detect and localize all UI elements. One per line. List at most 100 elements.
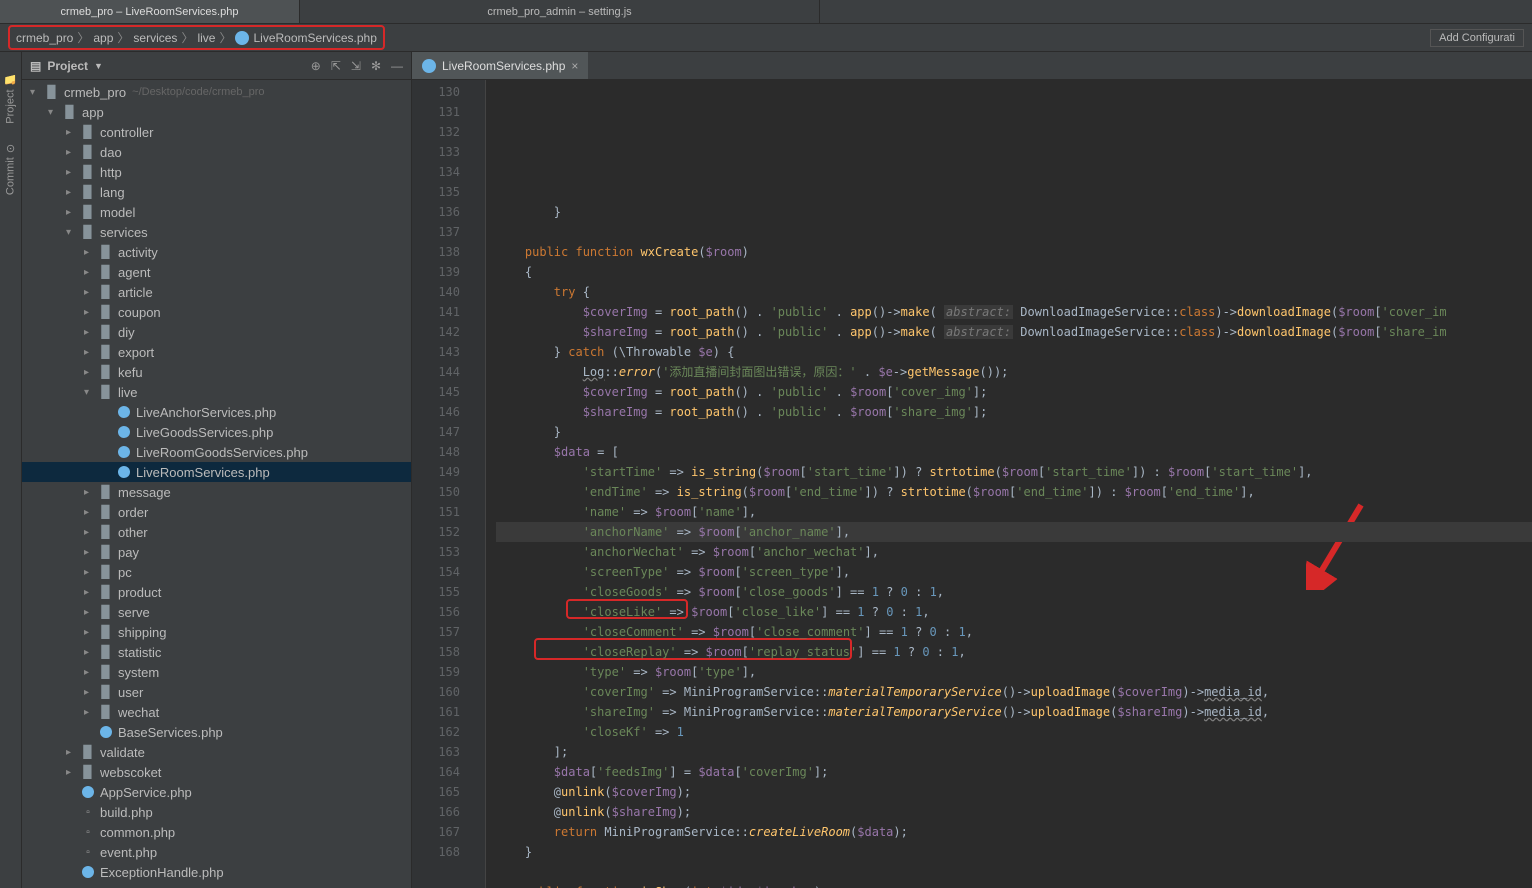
- window-tab-main[interactable]: crmeb_pro – LiveRoomServices.php: [0, 0, 300, 23]
- line-number[interactable]: 148: [412, 442, 460, 462]
- line-number[interactable]: 134: [412, 162, 460, 182]
- line-number[interactable]: 137: [412, 222, 460, 242]
- tree-arrow-icon[interactable]: ▸: [84, 247, 98, 258]
- code-line[interactable]: return MiniProgramService::createLiveRoo…: [496, 822, 1532, 842]
- tree-arrow-icon[interactable]: ▸: [84, 627, 98, 638]
- line-number[interactable]: 145: [412, 382, 460, 402]
- tree-arrow-icon[interactable]: ▸: [84, 347, 98, 358]
- breadcrumb-item[interactable]: live: [197, 31, 215, 45]
- tree-item[interactable]: ▫event.php: [22, 842, 411, 862]
- add-configuration-button[interactable]: Add Configurati: [1430, 29, 1524, 47]
- tree-arrow-icon[interactable]: ▸: [66, 187, 80, 198]
- tree-arrow-icon[interactable]: ▸: [84, 707, 98, 718]
- collapse-icon[interactable]: ⇲: [351, 59, 361, 73]
- tree-arrow-icon[interactable]: ▾: [66, 227, 80, 238]
- tree-item[interactable]: ExceptionHandle.php: [22, 862, 411, 882]
- tree-item[interactable]: ▸▉coupon: [22, 302, 411, 322]
- tree-item[interactable]: ▸▉export: [22, 342, 411, 362]
- code-line[interactable]: }: [496, 842, 1532, 862]
- line-number[interactable]: 150: [412, 482, 460, 502]
- line-number[interactable]: 133: [412, 142, 460, 162]
- rail-project-button[interactable]: Project 📁: [4, 72, 17, 124]
- tree-item[interactable]: LiveGoodsServices.php: [22, 422, 411, 442]
- tree-item[interactable]: ▸▉diy: [22, 322, 411, 342]
- code-line[interactable]: 'startTime' => is_string($room['start_ti…: [496, 462, 1532, 482]
- window-tab-secondary[interactable]: crmeb_pro_admin – setting.js: [300, 0, 820, 23]
- editor-tab[interactable]: LiveRoomServices.php ×: [412, 52, 588, 79]
- code-line[interactable]: 'screenType' => $room['screen_type'],: [496, 562, 1532, 582]
- tree-item[interactable]: ▾▉live: [22, 382, 411, 402]
- tree-arrow-icon[interactable]: ▸: [84, 567, 98, 578]
- code-line[interactable]: @unlink($coverImg);: [496, 782, 1532, 802]
- gear-icon[interactable]: ✻: [371, 59, 381, 73]
- line-number[interactable]: 143: [412, 342, 460, 362]
- expand-icon[interactable]: ⇱: [331, 59, 341, 73]
- line-gutter[interactable]: 1301311321331341351361371381391401411421…: [412, 80, 472, 888]
- tree-item[interactable]: ▸▉pay: [22, 542, 411, 562]
- code-line[interactable]: }: [496, 422, 1532, 442]
- tree-item[interactable]: AppService.php: [22, 782, 411, 802]
- line-number[interactable]: 161: [412, 702, 460, 722]
- line-number[interactable]: 146: [412, 402, 460, 422]
- breadcrumb-item[interactable]: app: [93, 31, 113, 45]
- tree-item[interactable]: ▫build.php: [22, 802, 411, 822]
- line-number[interactable]: 163: [412, 742, 460, 762]
- code-line[interactable]: }: [496, 202, 1532, 222]
- code-line[interactable]: 'name' => $room['name'],: [496, 502, 1532, 522]
- rail-commit-button[interactable]: Commit ⊙: [4, 144, 17, 195]
- tree-arrow-icon[interactable]: ▾: [84, 387, 98, 398]
- line-number[interactable]: 135: [412, 182, 460, 202]
- line-number[interactable]: 165: [412, 782, 460, 802]
- tree-item[interactable]: ▸▉statistic: [22, 642, 411, 662]
- tree-item[interactable]: LiveAnchorServices.php: [22, 402, 411, 422]
- tree-arrow-icon[interactable]: ▾: [48, 107, 62, 118]
- line-number[interactable]: 132: [412, 122, 460, 142]
- code-line[interactable]: 'shareImg' => MiniProgramService::materi…: [496, 702, 1532, 722]
- tree-item[interactable]: ▸▉activity: [22, 242, 411, 262]
- tree-item[interactable]: ▸▉lang: [22, 182, 411, 202]
- code-line[interactable]: 'type' => $room['type'],: [496, 662, 1532, 682]
- tree-item[interactable]: ▾▉crmeb_pro~/Desktop/code/crmeb_pro: [22, 82, 411, 102]
- code-line[interactable]: 'endTime' => is_string($room['end_time']…: [496, 482, 1532, 502]
- code-line[interactable]: 'closeGoods' => $room['close_goods'] == …: [496, 582, 1532, 602]
- code-line[interactable]: 'closeLike' => $room['close_like'] == 1 …: [496, 602, 1532, 622]
- tree-arrow-icon[interactable]: ▸: [66, 767, 80, 778]
- code-line[interactable]: {: [496, 262, 1532, 282]
- line-number[interactable]: 157: [412, 622, 460, 642]
- code-line[interactable]: Log::error('添加直播间封面图出错误，原因：' . $e->getMe…: [496, 362, 1532, 382]
- code-line[interactable]: 'coverImg' => MiniProgramService::materi…: [496, 682, 1532, 702]
- tree-arrow-icon[interactable]: ▸: [84, 547, 98, 558]
- line-number[interactable]: 162: [412, 722, 460, 742]
- line-number[interactable]: 168: [412, 842, 460, 862]
- tree-arrow-icon[interactable]: ▸: [84, 507, 98, 518]
- line-number[interactable]: 155: [412, 582, 460, 602]
- tree-arrow-icon[interactable]: ▸: [66, 207, 80, 218]
- tree-item[interactable]: ▸▉validate: [22, 742, 411, 762]
- code-line[interactable]: $shareImg = root_path() . 'public' . $ro…: [496, 402, 1532, 422]
- tree-item[interactable]: LiveRoomGoodsServices.php: [22, 442, 411, 462]
- tree-arrow-icon[interactable]: ▸: [66, 127, 80, 138]
- locate-icon[interactable]: ⊕: [311, 59, 321, 73]
- project-dropdown[interactable]: ▤ Project ▼: [30, 59, 103, 73]
- line-number[interactable]: 166: [412, 802, 460, 822]
- tree-arrow-icon[interactable]: ▾: [30, 87, 44, 98]
- fold-gutter[interactable]: [472, 80, 486, 888]
- code-line[interactable]: public function isShow(int $id, $is_show…: [496, 882, 1532, 888]
- tree-arrow-icon[interactable]: ▸: [84, 587, 98, 598]
- tree-item[interactable]: ▸▉message: [22, 482, 411, 502]
- line-number[interactable]: 156: [412, 602, 460, 622]
- tree-arrow-icon[interactable]: ▸: [84, 487, 98, 498]
- tree-item[interactable]: ▸▉model: [22, 202, 411, 222]
- tree-arrow-icon[interactable]: ▸: [66, 167, 80, 178]
- line-number[interactable]: 159: [412, 662, 460, 682]
- tree-item[interactable]: ▸▉article: [22, 282, 411, 302]
- tree-item[interactable]: ▸▉http: [22, 162, 411, 182]
- code-line[interactable]: $shareImg = root_path() . 'public' . app…: [496, 322, 1532, 342]
- line-number[interactable]: 164: [412, 762, 460, 782]
- tree-arrow-icon[interactable]: ▸: [84, 307, 98, 318]
- code-line[interactable]: 'closeReplay' => $room['replay_status'] …: [496, 642, 1532, 662]
- code-line[interactable]: @unlink($shareImg);: [496, 802, 1532, 822]
- code-line[interactable]: ];: [496, 742, 1532, 762]
- line-number[interactable]: 131: [412, 102, 460, 122]
- tree-arrow-icon[interactable]: ▸: [66, 747, 80, 758]
